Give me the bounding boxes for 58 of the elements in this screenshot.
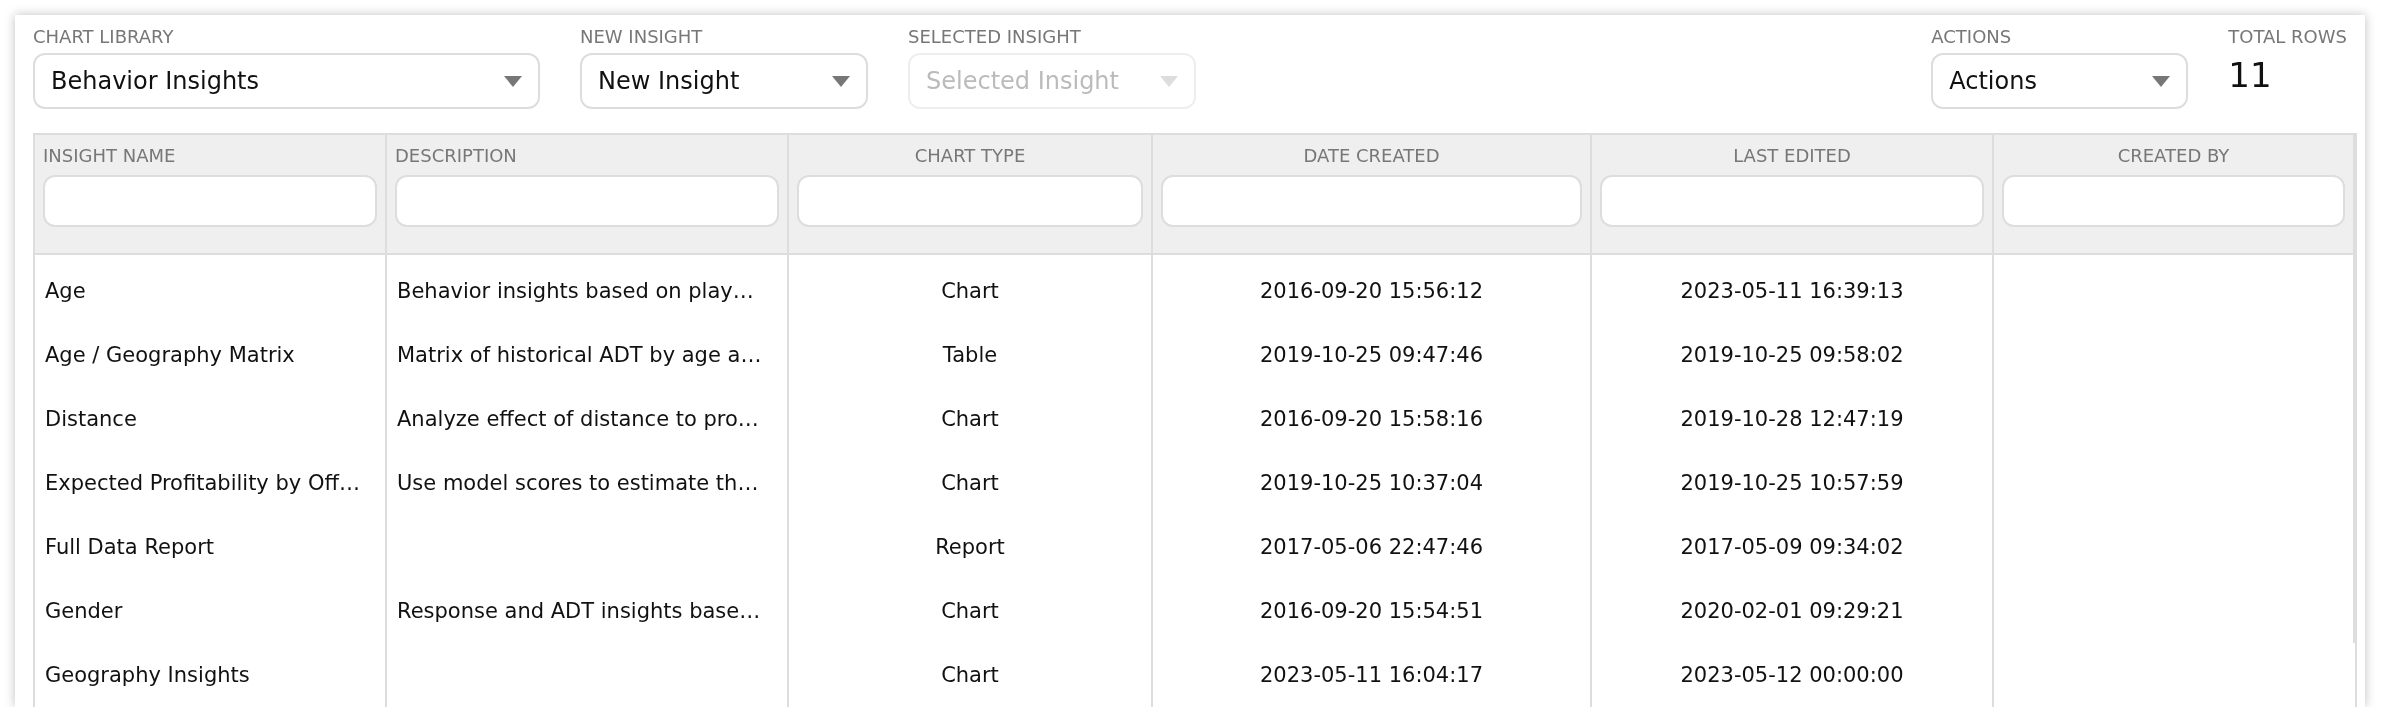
- table-cell: Expected Profitability by Off…: [45, 471, 360, 495]
- table-cell: Chart: [941, 471, 999, 495]
- table-cell: 2019-10-25 09:58:02: [1680, 343, 1904, 367]
- field-label: ACTIONS: [1931, 27, 2013, 47]
- table-cell: 2017-05-09 09:34:02: [1680, 535, 1904, 559]
- column-header: CHART TYPE: [914, 145, 1026, 167]
- table-cell: Matrix of historical ADT by age a…: [397, 343, 762, 367]
- table-cell: 2016-09-20 15:56:12: [1259, 279, 1483, 303]
- table-cell: 2023-05-11 16:39:13: [1680, 279, 1904, 303]
- table-cell: 2017-05-06 22:47:46: [1259, 535, 1483, 559]
- table-cell: 2016-09-20 15:58:16: [1259, 407, 1483, 431]
- caret-icon: [1160, 75, 1178, 87]
- field-label: CHART LIBRARY: [33, 27, 175, 47]
- table-cell: Geography Insights: [45, 663, 250, 687]
- filter-field[interactable]: [1600, 175, 1984, 227]
- table-cell: 2016-09-20 15:54:51: [1259, 599, 1483, 623]
- table-cell: 2019-10-25 10:57:59: [1680, 471, 1904, 495]
- table-cell: 2020-02-01 09:29:21: [1680, 599, 1904, 623]
- filter-field[interactable]: [43, 175, 377, 227]
- table-cell: Age: [45, 279, 86, 303]
- dropdown[interactable]: Behavior Insights: [33, 53, 540, 109]
- column-header: DATE CREATED: [1303, 145, 1440, 167]
- table-cell: 2023-05-11 16:04:17: [1259, 663, 1483, 687]
- filter-field[interactable]: [2002, 175, 2345, 227]
- table-cell: 2019-10-28 12:47:19: [1680, 407, 1904, 431]
- caret-icon: [832, 75, 850, 87]
- table-cell: Use model scores to estimate th…: [397, 471, 759, 495]
- table-cell: 2023-05-12 00:00:00: [1680, 663, 1904, 687]
- table-cell: 2019-10-25 10:37:04: [1259, 471, 1483, 495]
- caret-icon: [2152, 75, 2171, 87]
- field-label: NEW INSIGHT: [580, 27, 704, 47]
- table-cell: Distance: [45, 407, 137, 431]
- table-cell: Behavior insights based on play…: [397, 279, 754, 303]
- column-header: CREATED BY: [2117, 145, 2230, 167]
- dropdown[interactable]: Actions: [1931, 53, 2189, 109]
- dropdown[interactable]: New Insight: [580, 53, 868, 109]
- table-cell: 2019-10-25 09:47:46: [1259, 343, 1483, 367]
- filter-field[interactable]: [797, 175, 1143, 227]
- table-cell: Table: [942, 343, 998, 367]
- table-cell: Chart: [941, 599, 999, 623]
- column-header: INSIGHT NAME: [43, 145, 177, 167]
- filter-field[interactable]: [395, 175, 779, 227]
- caret-icon: [504, 75, 522, 87]
- column-header: LAST EDITED: [1733, 145, 1851, 167]
- field-label: TOTAL ROWS: [2228, 27, 2347, 47]
- table-cell: Gender: [45, 599, 123, 623]
- table-cell: Analyze effect of distance to pro…: [397, 407, 759, 431]
- column-header: DESCRIPTION: [395, 145, 518, 167]
- table-cell: Chart: [941, 279, 999, 303]
- table-cell: Response and ADT insights base…: [397, 599, 761, 623]
- table-cell: Age / Geography Matrix: [45, 343, 295, 367]
- table-cell: Chart: [941, 407, 999, 431]
- table-cell: Report: [935, 535, 1005, 559]
- total-rows-count: 11: [2228, 54, 2273, 97]
- table-cell: Chart: [941, 663, 999, 687]
- field-label: SELECTED INSIGHT: [908, 27, 1082, 47]
- filter-field[interactable]: [1161, 175, 1582, 227]
- table-cell: Full Data Report: [45, 535, 214, 559]
